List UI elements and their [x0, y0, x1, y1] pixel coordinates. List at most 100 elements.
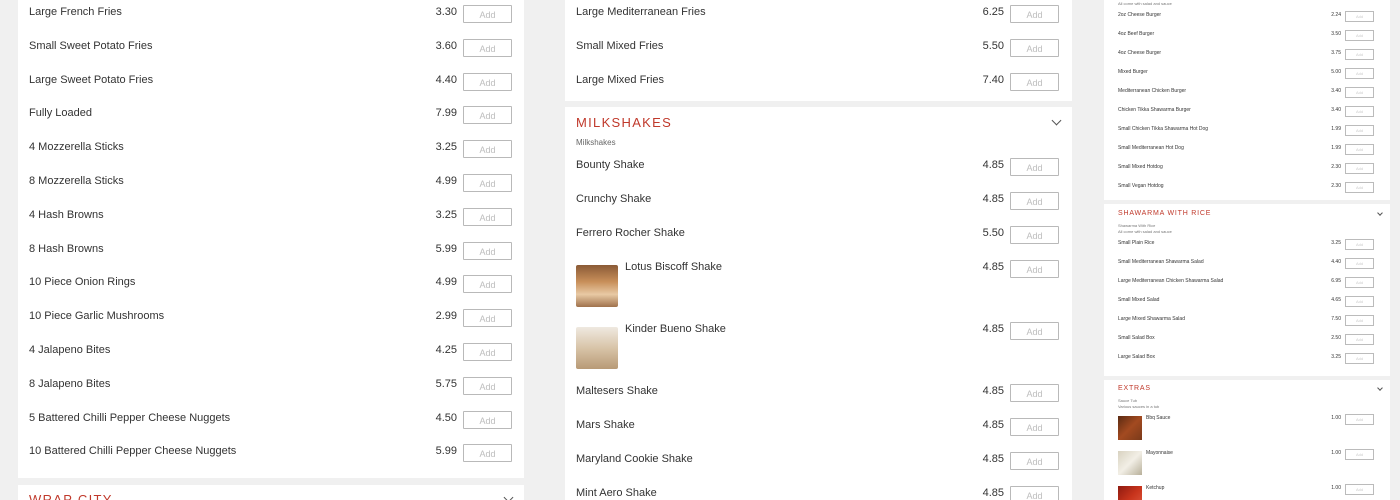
add-button[interactable]: Add	[1345, 353, 1374, 364]
item-price: 5.75	[435, 377, 457, 390]
item-price: 4.40	[1331, 259, 1341, 265]
menu-item-row: Large Sweet Potato Fries 4.40 Add	[18, 68, 524, 102]
menu-item-row: Kinder Bueno Shake 4.85 Add	[565, 317, 1072, 369]
add-button[interactable]: Add	[1345, 239, 1374, 250]
add-button[interactable]: Add	[1345, 144, 1374, 155]
add-button[interactable]: Add	[463, 241, 512, 260]
item-name: Large Salad Box	[1118, 354, 1155, 360]
add-button[interactable]: Add	[463, 106, 512, 125]
item-name: Large Mediterranean Fries	[576, 6, 706, 18]
menu-item-row: Mediterranean Chicken Burger 3.40 Add	[1104, 84, 1390, 103]
menu-item-row: Mayonnaise 1.00 Add	[1104, 446, 1390, 475]
item-name: Ferrero Rocher Shake	[576, 227, 685, 239]
add-button[interactable]: Add	[463, 275, 512, 294]
menu-item-row: 10 Piece Onion Rings 4.99 Add	[18, 270, 524, 304]
menu-item-row: 4oz Beef Burger 3.50 Add	[1104, 27, 1390, 46]
add-button[interactable]: Add	[1345, 414, 1374, 425]
add-button[interactable]: Add	[1010, 418, 1059, 436]
add-button[interactable]: Add	[1345, 334, 1374, 345]
add-button[interactable]: Add	[463, 38, 512, 57]
menu-column-left: Large French Fries 3.30 Add Small Sweet Pot…	[0, 0, 541, 500]
add-button[interactable]: Add	[463, 207, 512, 226]
item-price: 4.99	[435, 276, 457, 289]
add-button[interactable]: Add	[1010, 226, 1059, 244]
item-price: 3.25	[1331, 354, 1341, 360]
item-name: Mars Shake	[576, 419, 635, 431]
item-price: 4.40	[435, 73, 457, 86]
add-button[interactable]: Add	[463, 174, 512, 192]
chevron-down-icon[interactable]	[1377, 385, 1383, 391]
add-button[interactable]: Add	[1010, 260, 1059, 278]
item-name: Small Vegan Hotdog	[1118, 183, 1164, 189]
item-name: 10 Battered Chilli Pepper Cheese Nuggets	[29, 445, 237, 458]
item-name: 4oz Beef Burger	[1118, 31, 1155, 37]
add-button[interactable]: Add	[1345, 49, 1374, 60]
item-name: Crunchy Shake	[576, 193, 652, 205]
add-button[interactable]: Add	[1010, 322, 1059, 340]
item-name: Ketchup	[1146, 485, 1165, 491]
add-button[interactable]: Add	[463, 410, 512, 429]
section-title-wrap-city: WRAP CITY	[29, 492, 113, 500]
add-button[interactable]: Add	[1345, 30, 1374, 41]
menu-item-row: 2oz Cheese Burger 2.24 Add	[1104, 8, 1390, 27]
add-button[interactable]: Add	[1345, 125, 1374, 136]
add-button[interactable]: Add	[463, 343, 512, 361]
add-button[interactable]: Add	[1010, 192, 1059, 210]
item-price: 4.85	[982, 323, 1004, 335]
item-name: Maryland Cookie Shake	[576, 453, 693, 465]
add-button[interactable]: Add	[463, 72, 512, 91]
add-button[interactable]: Add	[1345, 484, 1374, 495]
item-price: 6.95	[1331, 278, 1341, 284]
item-price: 1.99	[1331, 145, 1341, 151]
add-button[interactable]: Add	[1345, 163, 1374, 174]
wrap-city-card: WRAP CITY	[18, 485, 524, 500]
add-button[interactable]: Add	[1345, 68, 1374, 79]
item-price: 4.85	[982, 193, 1004, 205]
menu-item-row: Bbq Sauce 1.00 Add	[1104, 411, 1390, 440]
item-name: Maltesers Shake	[576, 385, 658, 397]
chevron-down-icon[interactable]	[1051, 115, 1062, 126]
add-button[interactable]: Add	[1010, 38, 1059, 57]
item-name: Small Mixed Fries	[576, 39, 664, 52]
menu-item-row: Ferrero Rocher Shake 5.50 Add	[565, 221, 1072, 255]
add-button[interactable]: Add	[1345, 87, 1374, 98]
chevron-down-icon[interactable]	[503, 492, 514, 500]
menu-item-row: Mint Aero Shake 4.85 Add	[565, 481, 1072, 500]
add-button[interactable]: Add	[1010, 486, 1059, 500]
add-button[interactable]: Add	[1345, 315, 1374, 326]
item-price: 4.99	[435, 175, 457, 187]
menu-item-row: Large Mediterranean Fries 6.25 Add	[565, 0, 1072, 34]
section-title-extras: EXTRAS	[1118, 385, 1151, 392]
add-button[interactable]: Add	[463, 444, 512, 463]
add-button[interactable]: Add	[1010, 384, 1059, 402]
chevron-down-icon[interactable]	[1377, 210, 1383, 216]
add-button[interactable]: Add	[1345, 296, 1374, 307]
add-button[interactable]: Add	[463, 140, 512, 159]
add-button[interactable]: Add	[1010, 158, 1059, 176]
add-button[interactable]: Add	[1345, 182, 1374, 193]
item-price: 2.99	[435, 310, 457, 323]
menu-item-row: Maryland Cookie Shake 4.85 Add	[565, 447, 1072, 481]
add-button[interactable]: Add	[1010, 72, 1059, 91]
menu-item-row: Small Salad Box 2.50 Add	[1104, 331, 1390, 350]
item-price: 7.40	[982, 73, 1004, 86]
add-button[interactable]: Add	[463, 309, 512, 328]
item-name: Large Mixed Fries	[576, 73, 665, 86]
add-button[interactable]: Add	[463, 5, 512, 23]
menu-item-row: 8 Hash Browns 5.99 Add	[18, 237, 524, 271]
add-button[interactable]: Add	[463, 376, 512, 395]
add-button[interactable]: Add	[1345, 258, 1374, 269]
menu-item-row: Large Salad Box 3.25 Add	[1104, 350, 1390, 369]
add-button[interactable]: Add	[1010, 5, 1059, 23]
add-button[interactable]: Add	[1345, 449, 1374, 460]
item-name: Lotus Biscoff Shake	[625, 261, 723, 273]
item-name: 8 Jalapeno Bites	[29, 377, 111, 390]
add-button[interactable]: Add	[1010, 452, 1059, 470]
item-price: 3.50	[1331, 31, 1341, 37]
menu-item-row: Small Mediterranean Shawarma Salad 4.40 Ad…	[1104, 255, 1390, 274]
item-price: 4.25	[435, 344, 457, 356]
add-button[interactable]: Add	[1345, 277, 1374, 288]
add-button[interactable]: Add	[1345, 11, 1374, 22]
item-price: 3.30	[435, 6, 457, 18]
add-button[interactable]: Add	[1345, 106, 1374, 117]
